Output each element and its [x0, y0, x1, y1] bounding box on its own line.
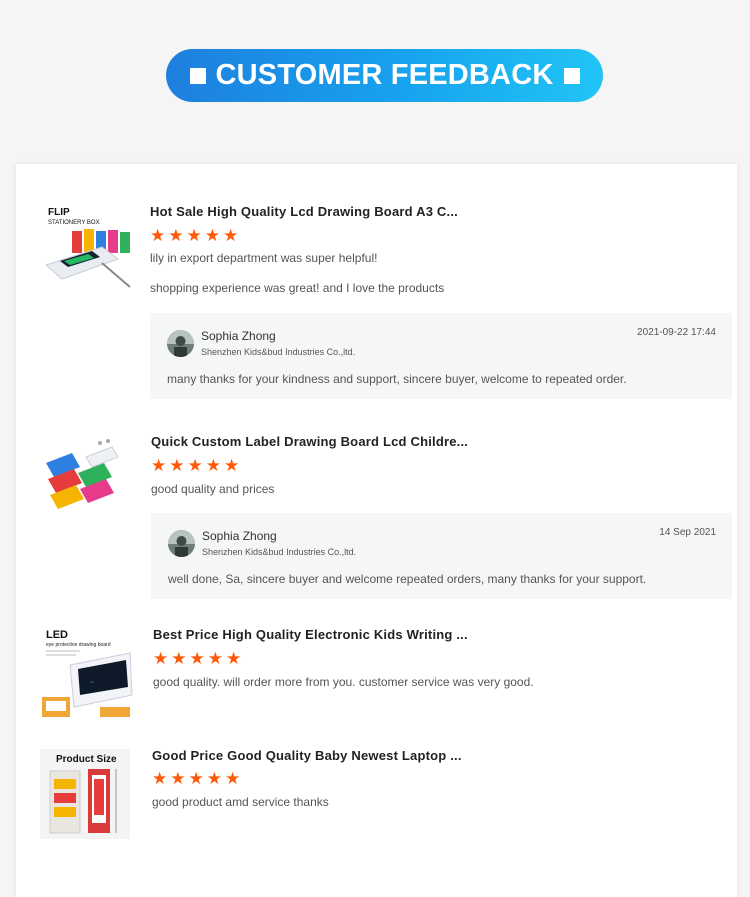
- review-text: shopping experience was great! and I lov…: [150, 281, 445, 295]
- product-thumbnail[interactable]: LED eye protection drawing board ~: [40, 625, 134, 719]
- star-icon: ★: [206, 769, 222, 788]
- reply-date: 14 Sep 2021: [659, 527, 716, 538]
- section-banner: CUSTOMER FEEDBACK: [166, 49, 603, 102]
- star-icon: ★: [188, 769, 204, 788]
- star-icon: ★: [151, 456, 167, 475]
- star-icon: ★: [226, 649, 242, 668]
- seller-reply: Sophia Zhong Shenzhen Kids&bud Industrie…: [150, 313, 732, 399]
- product-title-link[interactable]: Best Price High Quality Electronic Kids …: [153, 627, 468, 642]
- product-thumbnail[interactable]: Product Size: [40, 749, 130, 839]
- reply-message: well done, Sa, sincere buyer and welcome…: [168, 572, 647, 586]
- rating-stars: ★ ★ ★ ★ ★: [152, 769, 241, 788]
- square-bullet-icon: [563, 67, 580, 84]
- product-thumbnail[interactable]: FLIP STATIONERY BOX: [42, 203, 134, 295]
- review-text: good quality and prices: [151, 482, 275, 496]
- star-icon: ★: [223, 226, 239, 245]
- reply-date: 2021-09-22 17:44: [637, 327, 716, 338]
- star-icon: ★: [168, 226, 184, 245]
- star-icon: ★: [152, 769, 168, 788]
- product-title-link[interactable]: Good Price Good Quality Baby Newest Lapt…: [152, 748, 462, 763]
- rating-stars: ★ ★ ★ ★ ★: [150, 226, 239, 245]
- reply-author-name: Sophia Zhong: [202, 529, 277, 543]
- star-icon: ★: [189, 649, 205, 668]
- rating-stars: ★ ★ ★ ★ ★: [151, 456, 240, 475]
- thumb-label: FLIP: [48, 207, 70, 218]
- star-icon: ★: [225, 769, 241, 788]
- banner-title: CUSTOMER FEEDBACK: [215, 59, 554, 91]
- seller-reply: Sophia Zhong Shenzhen Kids&bud Industrie…: [151, 513, 732, 599]
- review-text: good product amd service thanks: [152, 795, 329, 809]
- thumb-label: Product Size: [56, 754, 117, 765]
- thumb-label: STATIONERY BOX: [48, 220, 100, 226]
- reply-company: Shenzhen Kids&bud Industries Co.,ltd.: [202, 547, 357, 557]
- star-icon: ★: [153, 649, 169, 668]
- product-thumbnail[interactable]: [42, 433, 124, 513]
- product-title-link[interactable]: Quick Custom Label Drawing Board Lcd Chi…: [151, 434, 468, 449]
- star-icon: ★: [187, 456, 203, 475]
- reply-message: many thanks for your kindness and suppor…: [167, 372, 627, 386]
- star-icon: ★: [205, 456, 221, 475]
- thumb-label: eye protection drawing board: [46, 642, 111, 648]
- avatar: [167, 330, 194, 357]
- review-text: lily in export department was super help…: [150, 251, 378, 265]
- feedback-card: FLIP STATIONERY BOX Hot Sale High Qualit…: [16, 164, 737, 897]
- avatar: [168, 530, 195, 557]
- thumb-label: LED: [46, 629, 68, 641]
- reply-author-name: Sophia Zhong: [201, 329, 276, 343]
- star-icon: ★: [170, 769, 186, 788]
- rating-stars: ★ ★ ★ ★ ★: [153, 649, 242, 668]
- star-icon: ★: [169, 456, 185, 475]
- star-icon: ★: [207, 649, 223, 668]
- star-icon: ★: [171, 649, 187, 668]
- star-icon: ★: [150, 226, 166, 245]
- star-icon: ★: [204, 226, 220, 245]
- star-icon: ★: [224, 456, 240, 475]
- reply-company: Shenzhen Kids&bud Industries Co.,ltd.: [201, 347, 356, 357]
- review-text: good quality. will order more from you. …: [153, 675, 534, 689]
- product-title-link[interactable]: Hot Sale High Quality Lcd Drawing Board …: [150, 204, 458, 219]
- square-bullet-icon: [189, 67, 206, 84]
- star-icon: ★: [186, 226, 202, 245]
